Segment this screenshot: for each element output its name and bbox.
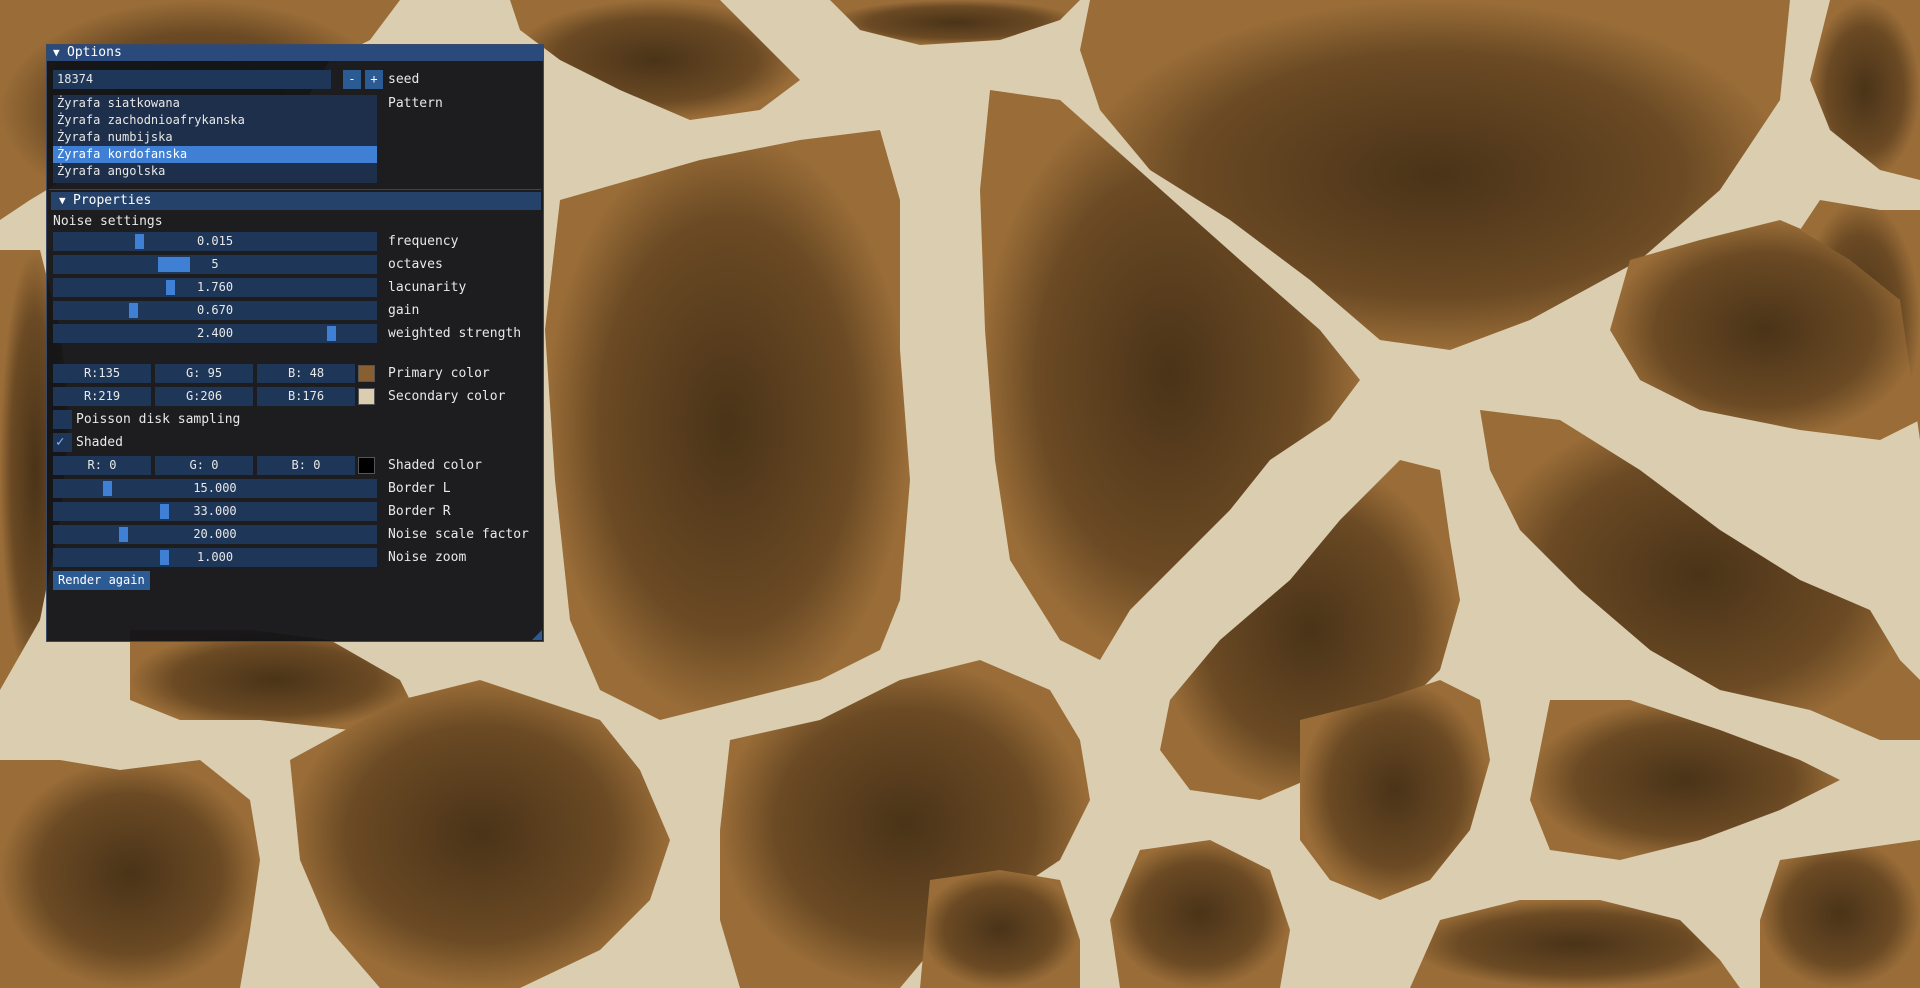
render-again-button[interactable]: Render again [53, 571, 150, 590]
seed-label: seed [388, 72, 420, 87]
slider-grab[interactable] [103, 481, 112, 496]
pattern-item[interactable]: Żyrafa siatkowana [53, 95, 377, 112]
slider-grab[interactable] [166, 280, 175, 295]
noise-zoom-slider[interactable]: 1.000 [53, 548, 377, 567]
primary-g-field[interactable]: G: 95 [155, 364, 253, 383]
slider-grab[interactable] [160, 550, 169, 565]
frequency-label: frequency [388, 234, 459, 249]
slider-grab[interactable] [135, 234, 144, 249]
frequency-slider-row: 0.015 frequency [53, 232, 543, 251]
border-r-label: Border R [388, 504, 451, 519]
weighted-strength-slider-row: 2.400 weighted strength [53, 324, 543, 343]
shaded-color-row: R: 0 G: 0 B: 0 Shaded color [53, 456, 543, 475]
shaded-g-field[interactable]: G: 0 [155, 456, 253, 475]
poisson-label: Poisson disk sampling [76, 412, 241, 427]
properties-header[interactable]: ▼ Properties [51, 192, 541, 210]
primary-r-field[interactable]: R:135 [53, 364, 151, 383]
seed-input[interactable]: 18374 [53, 70, 331, 89]
noise-scale-factor-slider-row: 20.000 Noise scale factor [53, 525, 543, 544]
seed-minus-button[interactable]: - [343, 70, 361, 89]
resize-grip-icon[interactable] [532, 630, 542, 640]
primary-b-field[interactable]: B: 48 [257, 364, 355, 383]
poisson-checkbox[interactable] [53, 410, 72, 429]
spot [545, 130, 910, 720]
secondary-g-field[interactable]: G:206 [155, 387, 253, 406]
seed-plus-button[interactable]: + [365, 70, 383, 89]
slider-grab[interactable] [327, 326, 336, 341]
weighted-strength-label: weighted strength [388, 326, 522, 341]
pattern-item[interactable]: Żyrafa zachodnioafrykanska [53, 112, 377, 129]
primary-color-swatch[interactable] [358, 365, 375, 382]
options-title-bar[interactable]: ▼ Options [47, 45, 543, 61]
noise-settings-heading: Noise settings [53, 214, 163, 229]
shaded-color-label: Shaded color [388, 458, 482, 473]
spot [1760, 840, 1920, 988]
lacunarity-slider[interactable]: 1.760 [53, 278, 377, 297]
shaded-color-swatch[interactable] [358, 457, 375, 474]
noise-scale-factor-slider[interactable]: 20.000 [53, 525, 377, 544]
gain-slider[interactable]: 0.670 [53, 301, 377, 320]
pattern-item[interactable]: Żyrafa numbijska [53, 129, 377, 146]
pattern-listbox[interactable]: Żyrafa siatkowana Żyrafa zachodnioafryka… [53, 95, 377, 183]
slider-grab[interactable] [160, 504, 169, 519]
options-window: ▼ Options 18374 - + seed Żyrafa siatkowan… [46, 44, 544, 642]
collapse-triangle-icon[interactable]: ▼ [53, 45, 67, 61]
slider-grab[interactable] [158, 257, 190, 272]
shaded-checkbox[interactable]: ✓ [53, 433, 72, 452]
spot [920, 870, 1080, 988]
octaves-label: octaves [388, 257, 443, 272]
properties-title: Properties [73, 193, 152, 208]
poisson-row: Poisson disk sampling [53, 410, 543, 429]
pattern-label: Pattern [388, 96, 443, 111]
border-l-slider[interactable]: 15.000 [53, 479, 377, 498]
pattern-item-selected[interactable]: Żyrafa kordofanska [53, 146, 377, 163]
gain-slider-row: 0.670 gain [53, 301, 543, 320]
secondary-color-label: Secondary color [388, 389, 506, 404]
shaded-r-field[interactable]: R: 0 [53, 456, 151, 475]
border-r-slider-row: 33.000 Border R [53, 502, 543, 521]
octaves-slider[interactable]: 5 [53, 255, 377, 274]
pattern-item[interactable]: Żyrafa angolska [53, 163, 377, 180]
slider-grab[interactable] [129, 303, 138, 318]
lacunarity-label: lacunarity [388, 280, 467, 295]
divider [49, 189, 541, 190]
slider-grab[interactable] [119, 527, 128, 542]
weighted-strength-slider[interactable]: 2.400 [53, 324, 377, 343]
noise-zoom-slider-row: 1.000 Noise zoom [53, 548, 543, 567]
noise-scale-factor-label: Noise scale factor [388, 527, 529, 542]
options-title: Options [67, 45, 122, 60]
frequency-slider[interactable]: 0.015 [53, 232, 377, 251]
primary-color-row: R:135 G: 95 B: 48 Primary color [53, 364, 543, 383]
collapse-triangle-icon[interactable]: ▼ [59, 192, 73, 210]
secondary-color-swatch[interactable] [358, 388, 375, 405]
octaves-slider-row: 5 octaves [53, 255, 543, 274]
spot [0, 760, 260, 988]
checkmark-icon: ✓ [56, 434, 65, 450]
shaded-row: ✓ Shaded [53, 433, 543, 452]
seed-row: 18374 - + seed [53, 70, 543, 89]
secondary-r-field[interactable]: R:219 [53, 387, 151, 406]
lacunarity-slider-row: 1.760 lacunarity [53, 278, 543, 297]
gain-label: gain [388, 303, 420, 318]
border-l-label: Border L [388, 481, 451, 496]
border-r-slider[interactable]: 33.000 [53, 502, 377, 521]
border-l-slider-row: 15.000 Border L [53, 479, 543, 498]
shaded-b-field[interactable]: B: 0 [257, 456, 355, 475]
shaded-label: Shaded [76, 435, 123, 450]
secondary-color-row: R:219 G:206 B:176 Secondary color [53, 387, 543, 406]
secondary-b-field[interactable]: B:176 [257, 387, 355, 406]
noise-zoom-label: Noise zoom [388, 550, 467, 565]
primary-color-label: Primary color [388, 366, 490, 381]
